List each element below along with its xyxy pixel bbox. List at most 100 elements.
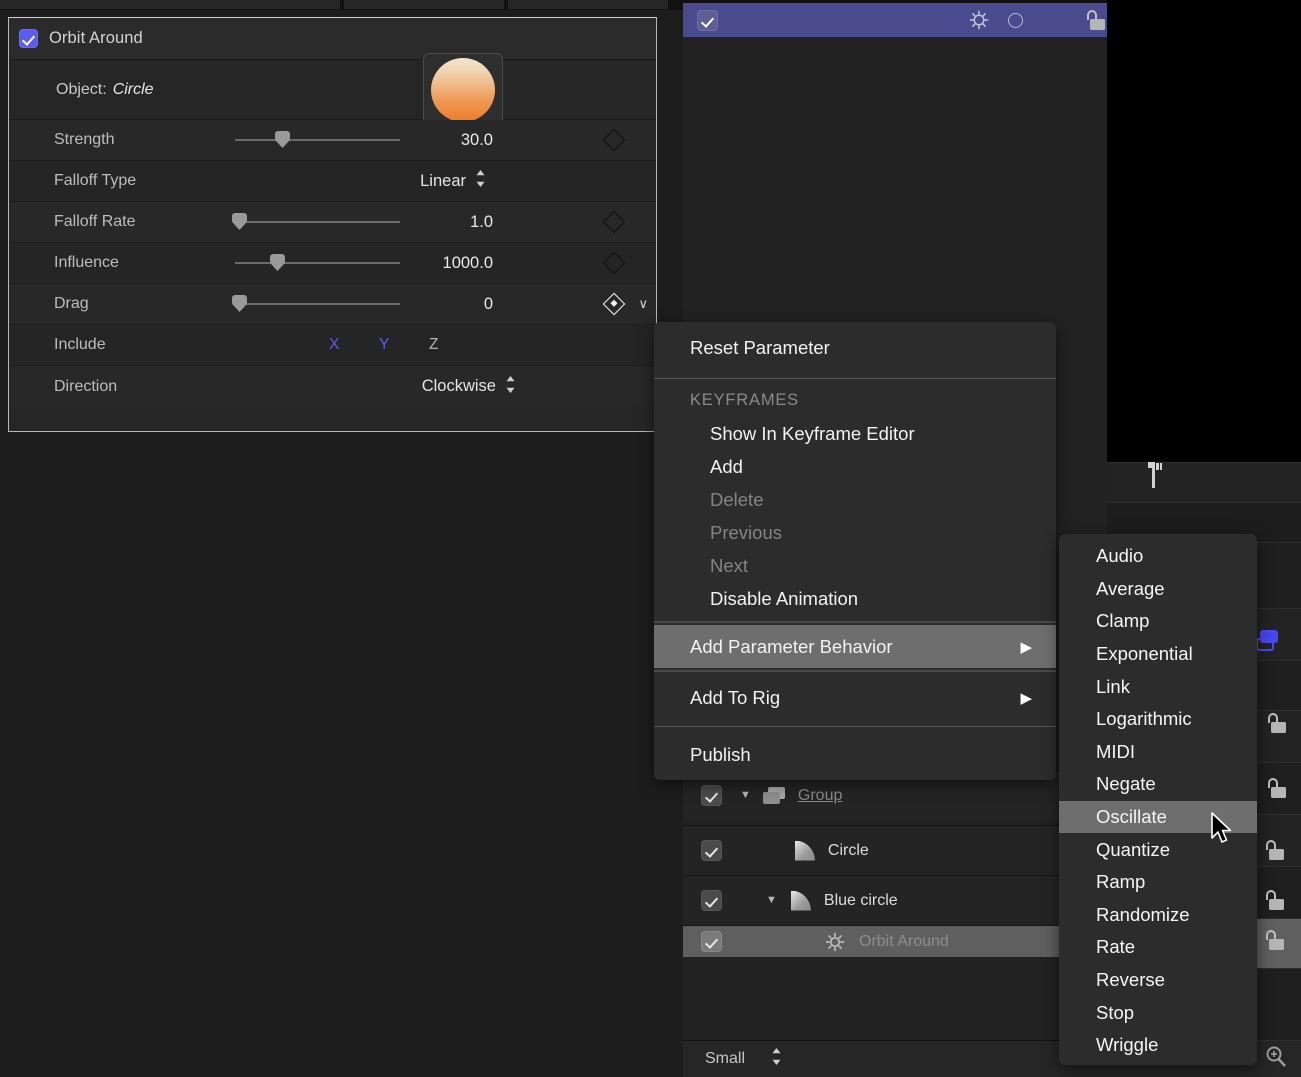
parameter-label: Strength (54, 131, 114, 149)
menu-item-reset-parameter[interactable]: Reset Parameter (654, 322, 1056, 374)
keyframe-diamond-icon[interactable] (603, 129, 626, 152)
submenu-item-ramp[interactable]: Ramp (1059, 866, 1257, 899)
submenu-item-stop[interactable]: Stop (1059, 996, 1257, 1029)
submenu-item-average[interactable]: Average (1059, 573, 1257, 606)
menu-item-label: Add Parameter Behavior (690, 636, 893, 658)
page-title: Orbit Around (49, 29, 143, 48)
disclosure-triangle-icon[interactable]: ▼ (766, 895, 777, 906)
menu-item-next: Next (654, 549, 1056, 582)
axis-toggle-y[interactable]: Y (379, 336, 389, 354)
orange-circle-thumbnail (431, 58, 495, 122)
unlock-icon[interactable] (1264, 930, 1286, 950)
context-menu: Reset Parameter KEYFRAMES Show In Keyfra… (654, 322, 1056, 780)
layer-name: Circle (828, 842, 869, 860)
submenu-item-audio[interactable]: Audio (1059, 540, 1257, 573)
parameter-label: Influence (54, 254, 119, 272)
keyframe-diamond-icon-active[interactable] (603, 293, 626, 316)
object-label: Object: (56, 81, 107, 99)
layer-name: Blue circle (824, 892, 898, 910)
object-thumbnail[interactable] (423, 53, 503, 127)
unlock-icon[interactable] (1266, 778, 1288, 798)
app-root: ▼ Group ▼ Circle ▼ Blue circle Orbit Aro… (0, 0, 1301, 1077)
submenu-item-randomize[interactable]: Randomize (1059, 899, 1257, 932)
submenu-item-rate[interactable]: Rate (1059, 931, 1257, 964)
submenu-item-exponential[interactable]: Exponential (1059, 638, 1257, 671)
keyframe-diamond-icon[interactable] (603, 252, 626, 275)
submenu-item-midi[interactable]: MIDI (1059, 736, 1257, 769)
unlock-icon[interactable] (1266, 713, 1288, 733)
zoom-in-icon[interactable] (1264, 1045, 1288, 1069)
menu-item-publish[interactable]: Publish (654, 731, 1056, 779)
list-item-selected[interactable]: Orbit Around (683, 925, 1107, 957)
chevron-down-icon[interactable]: ∨ (638, 296, 648, 312)
layer-size-label: Small (705, 1050, 745, 1068)
menu-item-disable-animation[interactable]: Disable Animation (654, 582, 1056, 615)
chevron-right-icon: ▶ (1020, 689, 1032, 707)
menu-item-show-in-keyframe-editor[interactable]: Show In Keyframe Editor (654, 417, 1056, 450)
parameter-value[interactable]: 30.0 (461, 131, 493, 150)
menu-item-add[interactable]: Add (654, 450, 1056, 483)
influence-slider[interactable] (235, 262, 400, 264)
canvas-preview-area (1107, 0, 1301, 462)
parameter-row-falloff-rate: Falloff Rate 1.0 (9, 202, 656, 243)
inspector-panel: Orbit Around Object: Circle Strength 30.… (8, 17, 657, 432)
shape-icon (795, 841, 815, 861)
parameter-row-direction: Direction Clockwise (9, 366, 656, 407)
stepper-icon[interactable] (505, 375, 516, 399)
top-segment-3 (508, 0, 668, 9)
axis-toggle-z[interactable]: Z (429, 336, 438, 354)
list-item[interactable]: ▼ Blue circle (683, 875, 1107, 925)
menu-item-previous: Previous (654, 516, 1056, 549)
menu-item-delete: Delete (654, 483, 1056, 516)
submenu-item-link[interactable]: Link (1059, 670, 1257, 703)
unlock-icon[interactable] (1085, 10, 1107, 30)
stepper-icon[interactable] (475, 169, 486, 193)
layer-size-popup[interactable]: Small (683, 1040, 1107, 1077)
menu-separator (654, 621, 1056, 623)
stepper-icon[interactable] (771, 1047, 782, 1071)
parameter-label: Direction (54, 378, 117, 396)
submenu-item-wriggle[interactable]: Wriggle (1059, 1029, 1257, 1062)
falloff-type-value[interactable]: Linear (420, 172, 466, 191)
layer-visibility-checkbox[interactable] (701, 840, 722, 861)
keyframe-diamond-icon[interactable] (603, 211, 626, 234)
parameter-row-strength: Strength 30.0 (9, 120, 656, 161)
strength-slider[interactable] (235, 139, 400, 141)
parameter-value[interactable]: 1000.0 (443, 254, 493, 273)
playhead-marker[interactable] (1146, 462, 1164, 488)
behavior-enable-checkbox[interactable] (19, 29, 38, 48)
drag-slider[interactable] (235, 303, 400, 305)
layers-selected-header[interactable] (683, 3, 1107, 37)
object-value[interactable]: Circle (113, 81, 154, 99)
parameter-row-drag: Drag 0 ∨ (9, 284, 656, 325)
menu-separator (654, 726, 1056, 727)
menu-item-add-to-rig[interactable]: Add To Rig ▶ (654, 674, 1056, 722)
behavior-header[interactable]: Orbit Around (9, 18, 656, 60)
top-segment-1 (0, 0, 340, 9)
layer-visibility-checkbox[interactable] (701, 890, 722, 911)
layer-name: Group (798, 787, 842, 805)
parameter-value[interactable]: 0 (484, 295, 493, 314)
submenu-item-reverse[interactable]: Reverse (1059, 964, 1257, 997)
list-item[interactable]: ▼ Circle (683, 825, 1107, 875)
submenu-item-negate[interactable]: Negate (1059, 768, 1257, 801)
direction-value[interactable]: Clockwise (422, 377, 496, 396)
layer-visibility-checkbox[interactable] (701, 785, 722, 806)
unlock-icon[interactable] (1264, 890, 1286, 910)
parameter-value[interactable]: 1.0 (470, 213, 493, 232)
parameter-behavior-submenu: Audio Average Clamp Exponential Link Log… (1059, 534, 1257, 1065)
parameter-label: Falloff Rate (54, 213, 136, 231)
circle-icon (1008, 13, 1023, 28)
layer-visibility-checkbox[interactable] (697, 10, 718, 31)
unlock-icon[interactable] (1264, 840, 1286, 860)
layer-visibility-checkbox[interactable] (701, 931, 722, 952)
falloff-rate-slider[interactable] (235, 221, 400, 223)
parameter-label: Drag (54, 295, 89, 313)
submenu-item-clamp[interactable]: Clamp (1059, 605, 1257, 638)
parameter-label: Include (54, 336, 106, 354)
menu-item-add-parameter-behavior[interactable]: Add Parameter Behavior ▶ (654, 625, 1056, 668)
disclosure-triangle-icon[interactable]: ▼ (740, 790, 751, 801)
submenu-item-logarithmic[interactable]: Logarithmic (1059, 703, 1257, 736)
axis-toggle-x[interactable]: X (329, 336, 339, 354)
duplicate-layers-icon (1256, 630, 1284, 654)
